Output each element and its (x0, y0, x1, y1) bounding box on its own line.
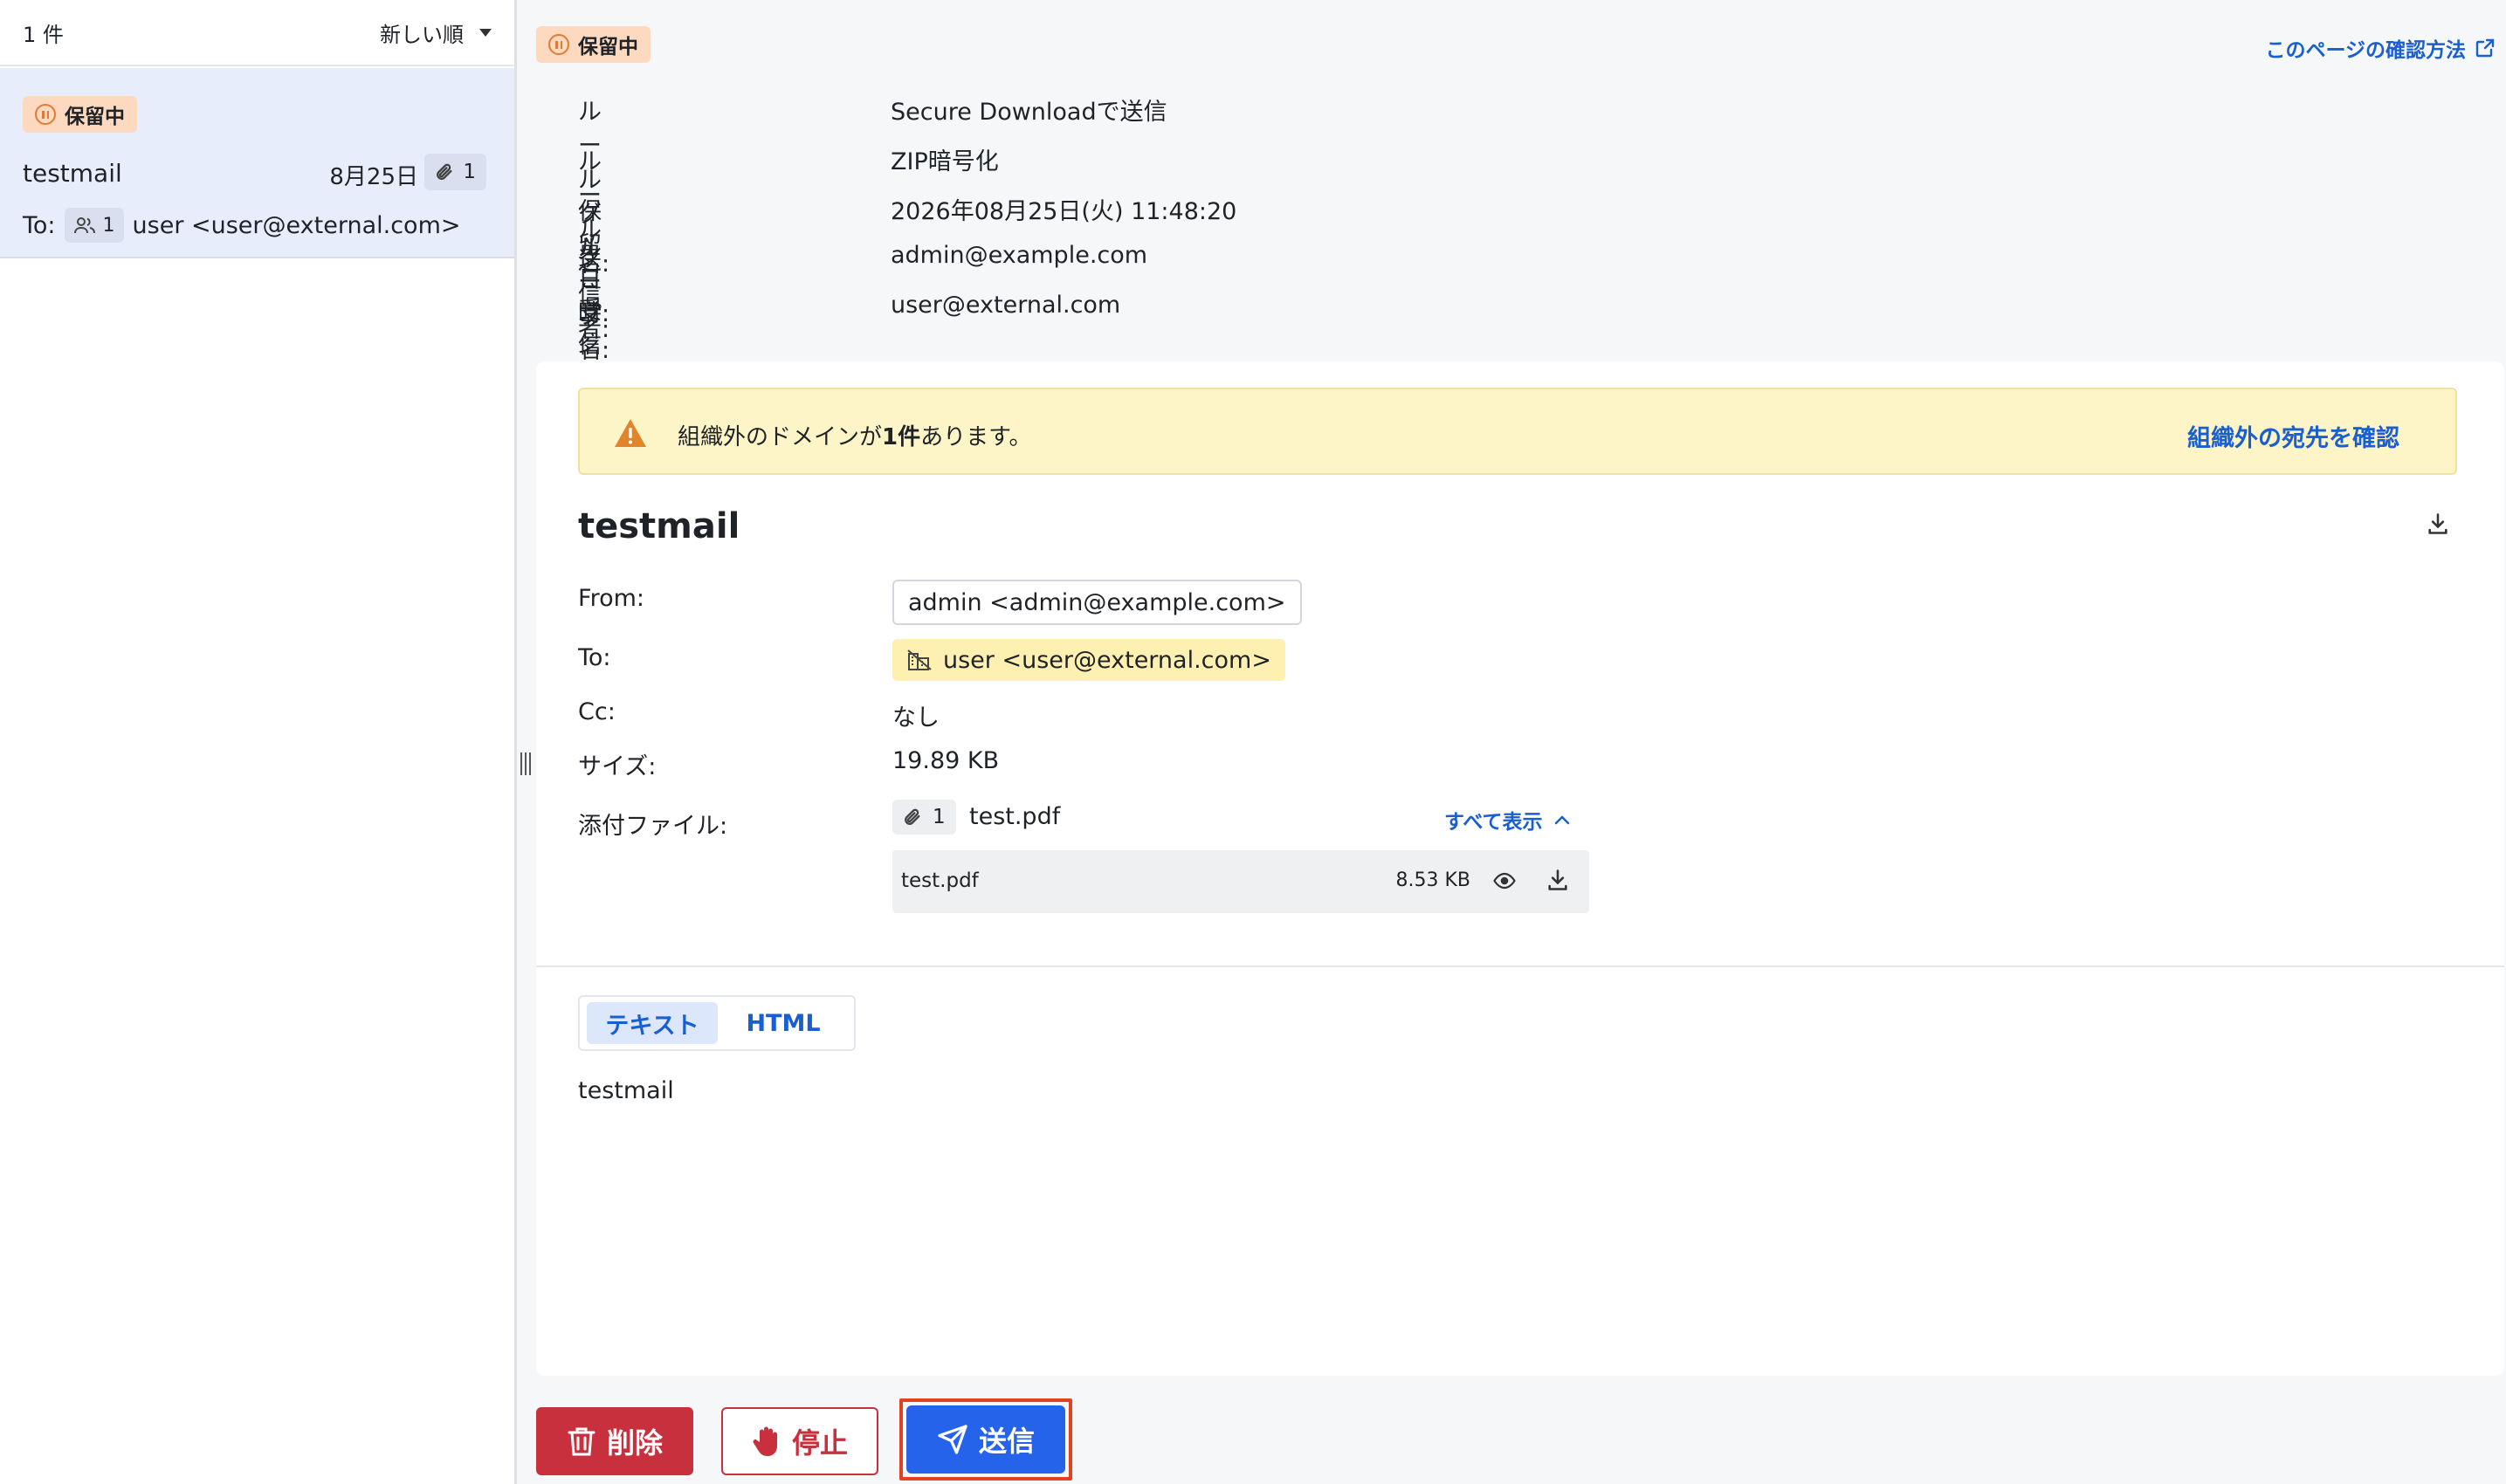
trash-icon (568, 1427, 596, 1456)
attachment-count-chip: 1 (424, 154, 486, 190)
attachment-count-chip: 1 (892, 800, 956, 835)
attachment-size: 8.53 KB (1395, 869, 1471, 891)
check-external-recipients-link[interactable]: 組織外の宛先を確認 (2187, 419, 2399, 453)
recipient-count-chip: 1 (64, 208, 124, 243)
external-domain-icon (907, 649, 932, 670)
status-label: 保留中 (65, 106, 125, 128)
chevron-up-icon (1555, 815, 1570, 825)
hand-stop-icon (753, 1426, 777, 1456)
list-item-subject: testmail (23, 159, 122, 188)
from-address-text: admin <admin@example.com> (908, 588, 1286, 616)
paperclip-icon (437, 163, 452, 180)
warning-triangle-icon (615, 419, 646, 447)
list-item[interactable]: 保留中 testmail 8月25日 1 To: 1 user <user@ex… (0, 68, 514, 258)
size-label: サイズ: (578, 753, 657, 780)
size-value: 19.89 KB (892, 747, 1000, 774)
warning-text-after: あります。 (920, 424, 1032, 450)
warning-text: 組織外のドメインが1件あります。 (678, 419, 1032, 451)
list-header: 1 件 新しい順 (0, 0, 514, 66)
delete-button[interactable]: 削除 (536, 1407, 693, 1475)
caret-down-icon (479, 28, 492, 37)
attachment-count: 1 (933, 806, 946, 828)
send-icon (938, 1425, 967, 1454)
attachment-name: test.pdf (901, 869, 979, 892)
list-item-date: 8月25日 (329, 164, 418, 190)
recipient-address: user <user@external.com> (132, 211, 461, 239)
panel-resize-handle[interactable] (520, 752, 534, 777)
tab-html[interactable]: HTML (725, 1002, 842, 1044)
meta-value: admin@example.com (891, 242, 1148, 269)
eye-icon[interactable] (1493, 871, 1516, 890)
from-label: From: (578, 585, 644, 612)
delete-label: 削除 (606, 1426, 663, 1460)
meta-value: Secure Downloadで送信 (891, 99, 1167, 126)
attachment-count: 1 (463, 161, 476, 183)
attachment-row: test.pdf 8.53 KB (892, 850, 1589, 913)
attachment-first-name: test.pdf (969, 803, 1061, 830)
tab-text[interactable]: テキスト (587, 1002, 718, 1044)
stop-label: 停止 (791, 1426, 848, 1460)
stop-button[interactable]: 停止 (721, 1407, 878, 1475)
result-count: 1 件 (23, 22, 64, 47)
warning-count: 1件 (882, 424, 921, 450)
users-icon (73, 217, 95, 234)
from-address[interactable]: admin <admin@example.com> (892, 580, 1302, 625)
meta-value: user@external.com (891, 292, 1121, 319)
status-badge: 保留中 (536, 26, 651, 63)
sort-dropdown[interactable]: 新しい順 (380, 17, 492, 48)
pause-circle-icon (35, 104, 56, 125)
attachments-label: 添付ファイル: (578, 813, 728, 840)
list-item-recipients: To: 1 user <user@external.com> (23, 208, 461, 243)
mail-subject: testmail (578, 506, 740, 546)
paperclip-icon (905, 808, 920, 825)
warning-text-before: 組織外のドメインが (678, 424, 883, 450)
show-all-attachments-toggle[interactable]: すべて表示 (1444, 805, 1570, 835)
mail-detail-panel: 保留中 このページの確認方法 ルールグループ名: Secure Download… (536, 0, 2506, 1484)
show-all-label: すべて表示 (1444, 811, 1543, 834)
cc-label: Cc: (578, 698, 616, 725)
body-format-tabs: テキスト HTML (578, 995, 856, 1051)
status-label: 保留中 (578, 36, 638, 58)
to-address-text: user <user@external.com> (943, 646, 1271, 674)
divider (536, 965, 2504, 967)
to-label: To: (23, 211, 56, 239)
meta-value: 2026年08月25日(火) 11:48:20 (891, 198, 1237, 225)
meta-value: ZIP暗号化 (891, 148, 999, 175)
download-icon[interactable] (2426, 512, 2450, 536)
recipient-count: 1 (102, 214, 115, 237)
download-icon[interactable] (1546, 868, 1570, 892)
external-domain-warning: 組織外のドメインが1件あります。 組織外の宛先を確認 (578, 388, 2457, 475)
pause-circle-icon (548, 34, 569, 55)
help-link[interactable]: このページの確認方法 (2265, 33, 2496, 63)
mail-card: 組織外のドメインが1件あります。 組織外の宛先を確認 testmail From… (536, 361, 2504, 1376)
cc-value: なし (892, 704, 940, 732)
to-address-external[interactable]: user <user@external.com> (892, 639, 1285, 681)
sort-label: 新しい順 (380, 22, 464, 47)
to-label: To: (578, 644, 611, 671)
status-badge: 保留中 (23, 96, 137, 133)
mail-body: testmail (578, 1077, 674, 1104)
mail-list-panel: 1 件 新しい順 保留中 testmail 8月25日 1 To: 1 user… (0, 0, 517, 1484)
help-link-label: このページの確認方法 (2265, 39, 2466, 62)
external-link-icon (2475, 38, 2495, 58)
send-label: 送信 (978, 1425, 1035, 1458)
send-button[interactable]: 送信 (906, 1405, 1065, 1474)
